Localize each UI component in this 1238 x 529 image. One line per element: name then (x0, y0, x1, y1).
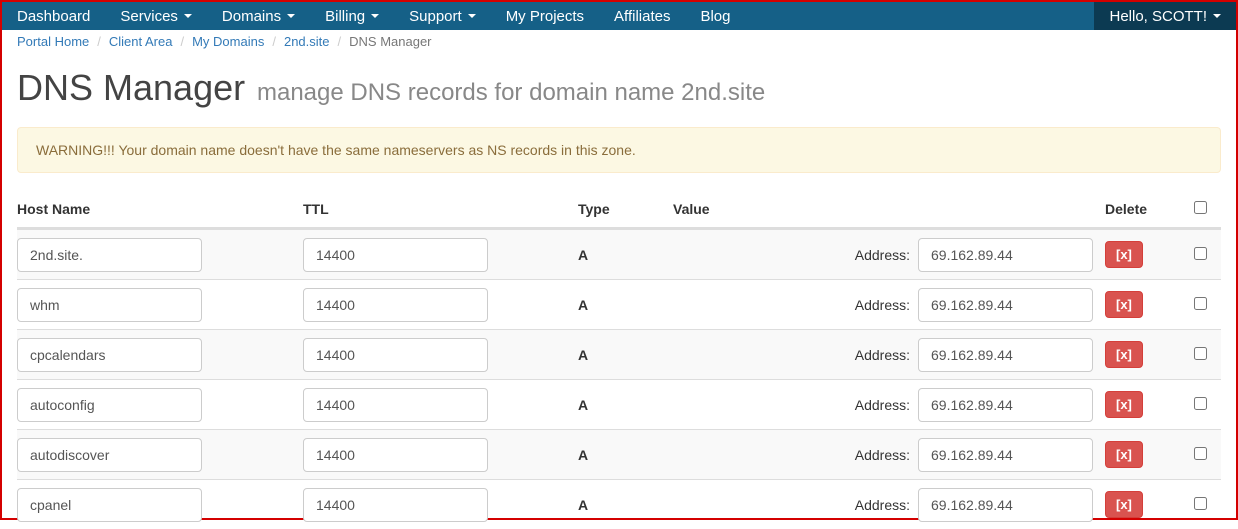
top-navbar: Dashboard Services Domains Billing Support My… (2, 2, 1236, 30)
nav-item-label: Billing (325, 8, 365, 25)
col-header-ttl: TTL (297, 195, 572, 223)
ttl-input[interactable] (303, 488, 488, 522)
breadcrumb-active: DNS Manager (349, 34, 431, 49)
nav-item-affiliates[interactable]: Affiliates (599, 2, 685, 30)
col-header-type: Type (572, 195, 667, 223)
nav-item-label: Support (409, 8, 462, 25)
address-label: Address: (855, 347, 910, 363)
breadcrumb: Portal Home / Client Area / My Domains / 2nd.s… (2, 28, 1236, 57)
row-checkbox[interactable] (1194, 247, 1207, 260)
breadcrumb-link[interactable]: My Domains (192, 34, 264, 49)
breadcrumb-link[interactable]: Portal Home (17, 34, 89, 49)
delete-button[interactable]: [x] (1105, 241, 1143, 268)
nav-item-support[interactable]: Support (394, 2, 491, 30)
address-input[interactable] (918, 288, 1093, 322)
page-header: DNS Manager manage DNS records for domai… (2, 57, 1236, 127)
row-checkbox[interactable] (1194, 297, 1207, 310)
row-checkbox[interactable] (1194, 497, 1207, 510)
table-row: A Address: [x] (17, 279, 1221, 329)
table-row: A Address: [x] (17, 379, 1221, 429)
address-label: Address: (855, 247, 910, 263)
record-type: A (572, 441, 667, 469)
chevron-down-icon (184, 14, 192, 18)
ttl-input[interactable] (303, 388, 488, 422)
user-menu-label: Hello, SCOTT! (1109, 8, 1207, 25)
nav-item-label: Domains (222, 8, 281, 25)
breadcrumb-separator: / (272, 34, 276, 49)
nav-item-dashboard[interactable]: Dashboard (2, 2, 105, 30)
user-menu[interactable]: Hello, SCOTT! (1094, 2, 1236, 30)
col-header-host: Host Name (17, 195, 297, 223)
record-type: A (572, 391, 667, 419)
delete-button[interactable]: [x] (1105, 441, 1143, 468)
address-label: Address: (855, 447, 910, 463)
ttl-input[interactable] (303, 438, 488, 472)
page-title: DNS Manager (17, 67, 245, 108)
hostname-input[interactable] (17, 488, 202, 522)
delete-button[interactable]: [x] (1105, 391, 1143, 418)
record-type: A (572, 341, 667, 369)
breadcrumb-separator: / (338, 34, 342, 49)
nav-item-label: Blog (700, 8, 730, 25)
hostname-input[interactable] (17, 388, 202, 422)
address-input[interactable] (918, 238, 1093, 272)
page-subtitle: manage DNS records for domain name 2nd.s… (257, 79, 765, 106)
col-header-value: Value (667, 195, 1099, 223)
record-type: A (572, 241, 667, 269)
hostname-input[interactable] (17, 238, 202, 272)
chevron-down-icon (468, 14, 476, 18)
delete-button[interactable]: [x] (1105, 491, 1143, 518)
hostname-input[interactable] (17, 438, 202, 472)
warning-text: WARNING!!! Your domain name doesn't have… (36, 142, 636, 158)
address-input[interactable] (918, 388, 1093, 422)
nav-item-my-projects[interactable]: My Projects (491, 2, 599, 30)
nav-item-label: My Projects (506, 8, 584, 25)
chevron-down-icon (371, 14, 379, 18)
address-input[interactable] (918, 338, 1093, 372)
col-header-checkbox (1179, 195, 1221, 223)
ttl-input[interactable] (303, 338, 488, 372)
dns-records-table: Host Name TTL Type Value Delete A Address… (2, 191, 1236, 529)
select-all-checkbox[interactable] (1194, 201, 1207, 214)
table-row: A Address: [x] (17, 229, 1221, 279)
table-row: A Address: [x] (17, 479, 1221, 529)
nav-item-services[interactable]: Services (105, 2, 207, 30)
ttl-input[interactable] (303, 288, 488, 322)
nav-item-label: Affiliates (614, 8, 670, 25)
address-label: Address: (855, 297, 910, 313)
address-label: Address: (855, 397, 910, 413)
table-row: A Address: [x] (17, 329, 1221, 379)
hostname-input[interactable] (17, 338, 202, 372)
row-checkbox[interactable] (1194, 447, 1207, 460)
chevron-down-icon (1213, 14, 1221, 18)
breadcrumb-link[interactable]: Client Area (109, 34, 173, 49)
delete-button[interactable]: [x] (1105, 291, 1143, 318)
breadcrumb-link[interactable]: 2nd.site (284, 34, 330, 49)
nav-item-domains[interactable]: Domains (207, 2, 310, 30)
row-checkbox[interactable] (1194, 347, 1207, 360)
nav-item-billing[interactable]: Billing (310, 2, 394, 30)
ttl-input[interactable] (303, 238, 488, 272)
address-input[interactable] (918, 488, 1093, 522)
nav-item-blog[interactable]: Blog (685, 2, 745, 30)
address-label: Address: (855, 497, 910, 513)
record-type: A (572, 291, 667, 319)
nav-item-label: Dashboard (17, 8, 90, 25)
delete-button[interactable]: [x] (1105, 341, 1143, 368)
address-input[interactable] (918, 438, 1093, 472)
breadcrumb-separator: / (97, 34, 101, 49)
row-checkbox[interactable] (1194, 397, 1207, 410)
record-type: A (572, 491, 667, 519)
table-header-row: Host Name TTL Type Value Delete (17, 191, 1221, 229)
nav-item-label: Services (120, 8, 178, 25)
hostname-input[interactable] (17, 288, 202, 322)
col-header-delete: Delete (1099, 195, 1179, 223)
table-row: A Address: [x] (17, 429, 1221, 479)
chevron-down-icon (287, 14, 295, 18)
breadcrumb-separator: / (180, 34, 184, 49)
warning-alert: WARNING!!! Your domain name doesn't have… (17, 127, 1221, 173)
